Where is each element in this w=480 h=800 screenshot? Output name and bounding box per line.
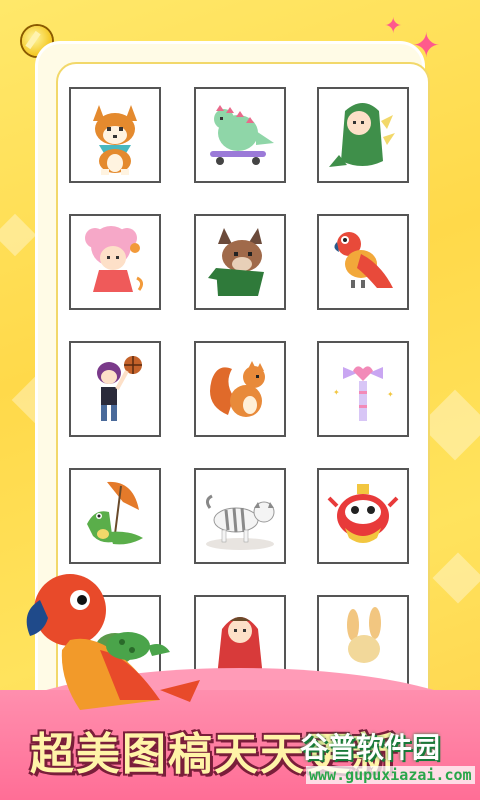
- artwork-tile-wand[interactable]: ✦ ✦: [317, 341, 409, 437]
- bg-diamond: [0, 213, 37, 257]
- artwork-tile-dino-skateboard[interactable]: [194, 87, 286, 183]
- basketball-player-icon: [97, 356, 142, 421]
- artwork-tile-shiba[interactable]: [69, 87, 161, 183]
- artwork-tile-basketball[interactable]: [69, 341, 161, 437]
- squirrel-icon: [210, 361, 265, 417]
- bulldog-dino-costume-icon: [208, 228, 264, 296]
- bg-diamond: [432, 552, 480, 604]
- dino-costume-kid-icon: [329, 103, 395, 167]
- artwork-tile-lion-dance[interactable]: [317, 468, 409, 564]
- parrot-mascot-icon: [26, 574, 200, 710]
- artwork-tile-cat[interactable]: [194, 468, 286, 564]
- artwork-tile-parrot[interactable]: [317, 214, 409, 310]
- cat-icon: [205, 494, 275, 550]
- artwork-tile-girl[interactable]: [69, 214, 161, 310]
- artwork-tile-dino-kid[interactable]: [317, 87, 409, 183]
- artwork-tile-crocodile[interactable]: [69, 468, 161, 564]
- crocodile-umbrella-icon: [87, 481, 143, 545]
- artwork-tile-squirrel[interactable]: [194, 341, 286, 437]
- watermark-logo-text: 谷普软件园: [300, 731, 441, 764]
- lion-dance-head-icon: [327, 484, 399, 543]
- pink-hair-girl-icon: [85, 226, 144, 292]
- sparkle-icon: ✦: [384, 14, 403, 39]
- svg-text:✦: ✦: [387, 390, 394, 399]
- dinosaur-skateboard-icon: [210, 105, 274, 165]
- shiba-dog-icon: [93, 105, 137, 175]
- magic-wand-icon: ✦ ✦: [333, 366, 394, 421]
- svg-text:✦: ✦: [333, 388, 340, 397]
- artwork-tile-bulldog[interactable]: [194, 214, 286, 310]
- parrot-icon: [334, 232, 393, 288]
- watermark-url: www.gupuxiazai.com: [306, 766, 475, 784]
